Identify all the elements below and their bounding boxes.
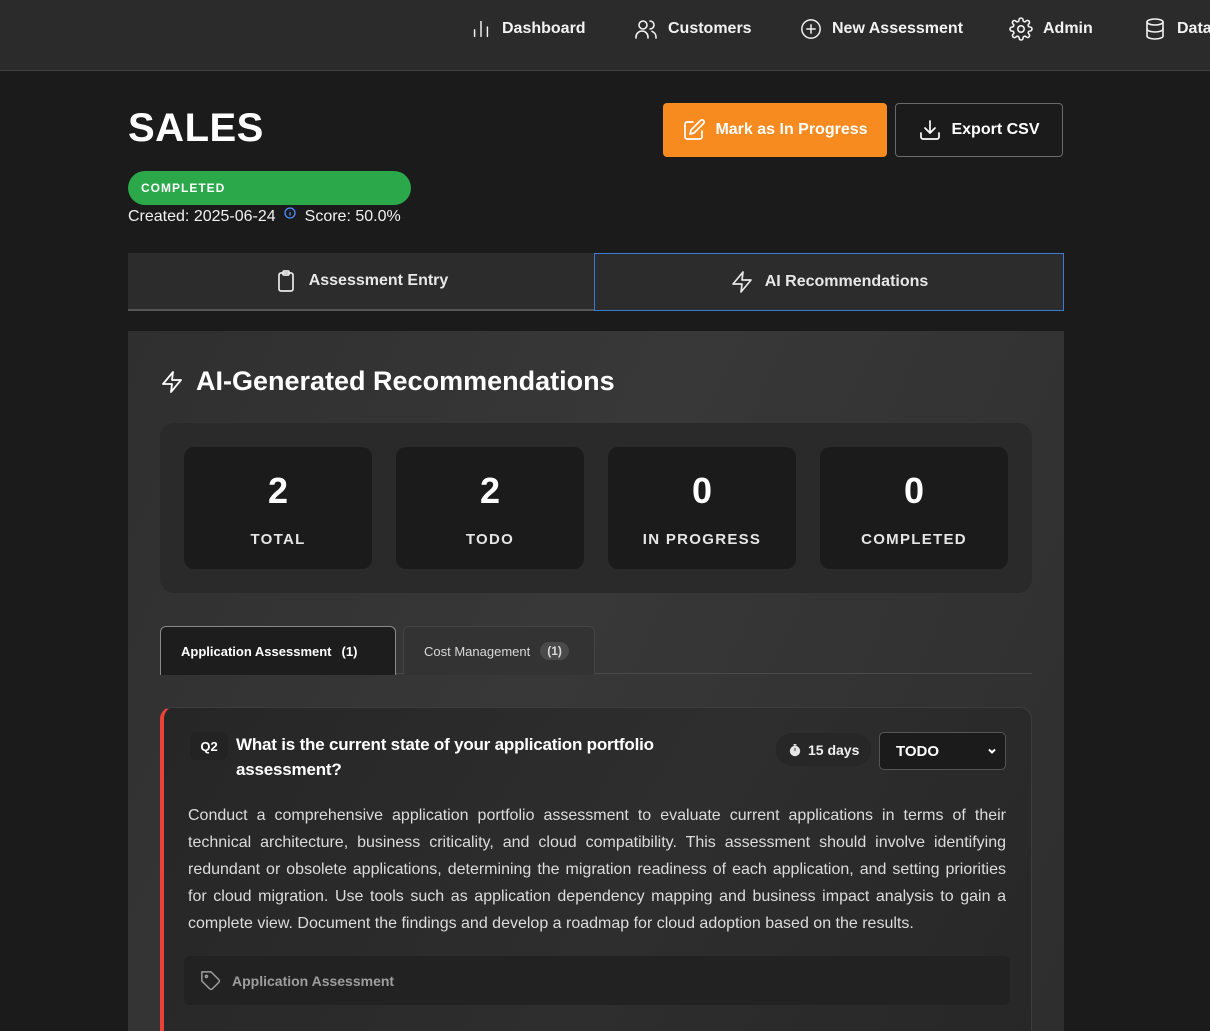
duration-value: 15 days: [808, 741, 860, 758]
tab-assessment-entry[interactable]: Assessment Entry: [128, 253, 594, 311]
mark-in-progress-label: Mark as In Progress: [715, 121, 868, 138]
nav-new-assessment-label: New Assessment: [832, 19, 964, 37]
panel-title-text: AI-Generated Recommendations: [196, 366, 615, 396]
recommendation-card: Q2 What is the current state of your app…: [160, 707, 1032, 1031]
nav-customers[interactable]: Customers: [634, 0, 752, 57]
bar-chart-icon: [473, 20, 489, 37]
nav-admin[interactable]: Admin: [1009, 0, 1093, 57]
chevron-down-icon: [988, 748, 996, 754]
tab-cost-management-label: Cost Management: [424, 643, 531, 659]
tab-ai-recommendations-label: AI Recommendations: [764, 273, 929, 290]
tab-assessment-entry-label: Assessment Entry: [308, 272, 449, 289]
stat-in-progress: 0 IN PROGRESS: [608, 447, 796, 569]
edit-icon: [684, 119, 706, 140]
category-tabs: Application Assessment (1) Cost Manageme…: [160, 626, 1032, 675]
tag-icon: [201, 970, 221, 990]
tab-cost-management[interactable]: Cost Management (1): [403, 626, 595, 675]
plus-circle-icon: [801, 18, 821, 39]
info-icon[interactable]: [284, 207, 296, 219]
mark-in-progress-button[interactable]: Mark as In Progress: [663, 103, 887, 157]
stat-total: 2 TOTAL: [184, 447, 372, 569]
lightning-icon: [731, 271, 752, 293]
question-id-badge: Q2: [190, 732, 228, 760]
assessment-meta: Created: 2025-06-24 Score: 50.0%: [128, 207, 401, 226]
stat-completed-value: 0: [903, 470, 925, 511]
tab-application-assessment-label: Application Assessment: [181, 643, 332, 659]
nav-dashboard[interactable]: Dashboard: [470, 0, 586, 57]
category-tag: Application Assessment: [184, 956, 1010, 1005]
nav-new-assessment[interactable]: New Assessment: [800, 0, 963, 57]
nav-admin-label: Admin: [1043, 19, 1093, 37]
stopwatch-icon: [789, 743, 801, 756]
recommendations-panel: AI-Generated Recommendations 2 TOTAL 2 T…: [128, 331, 1064, 1031]
stat-in-progress-value: 0: [691, 470, 713, 511]
stat-total-value: 2: [267, 470, 289, 511]
tab-cost-management-count: (1): [540, 642, 569, 660]
export-csv-button[interactable]: Export CSV: [895, 103, 1063, 157]
panel-title: AI-Generated Recommendations: [160, 366, 615, 397]
nav-data[interactable]: Data: [1143, 0, 1210, 57]
database-icon: [1146, 17, 1164, 40]
download-icon: [920, 120, 941, 140]
clipboard-icon: [277, 270, 294, 292]
category-tag-label: Application Assessment: [232, 972, 395, 989]
nav-dashboard-label: Dashboard: [502, 19, 586, 37]
stat-todo-label: TODO: [465, 531, 515, 548]
stats-summary: 2 TOTAL 2 TODO 0 IN PROGRESS 0 COMPLETED: [160, 423, 1032, 593]
stat-todo-value: 2: [479, 470, 501, 511]
duration-badge: 15 days: [776, 733, 872, 766]
stat-todo: 2 TODO: [396, 447, 584, 569]
tab-ai-recommendations[interactable]: AI Recommendations: [594, 253, 1064, 311]
page-title: SALES: [128, 106, 264, 150]
stat-completed: 0 COMPLETED: [820, 447, 1008, 569]
status-dropdown[interactable]: TODO: [879, 732, 1006, 770]
top-navbar: Dashboard Customers New Assessment Admin…: [0, 0, 1210, 71]
score-value: Score: 50.0%: [304, 208, 401, 225]
created-date: Created: 2025-06-24: [128, 208, 276, 225]
stat-completed-label: COMPLETED: [861, 531, 967, 548]
stat-total-label: TOTAL: [250, 531, 306, 548]
stat-in-progress-label: IN PROGRESS: [642, 531, 762, 548]
export-csv-label: Export CSV: [951, 121, 1040, 138]
nav-data-label: Data: [1177, 19, 1210, 37]
users-icon: [635, 19, 657, 39]
recommendation-question: What is the current state of your applic…: [236, 735, 654, 779]
status-badge: COMPLETED: [128, 171, 411, 205]
gear-icon: [1009, 16, 1033, 41]
recommendation-text: Conduct a comprehensive application port…: [188, 807, 1006, 932]
main-tabs: Assessment Entry AI Recommendations: [128, 253, 1064, 311]
status-dropdown-value: TODO: [896, 742, 940, 760]
tab-application-assessment[interactable]: Application Assessment (1): [160, 626, 396, 675]
nav-customers-label: Customers: [668, 19, 752, 37]
lightning-icon: [162, 370, 182, 393]
tab-application-assessment-count: (1): [341, 643, 358, 659]
